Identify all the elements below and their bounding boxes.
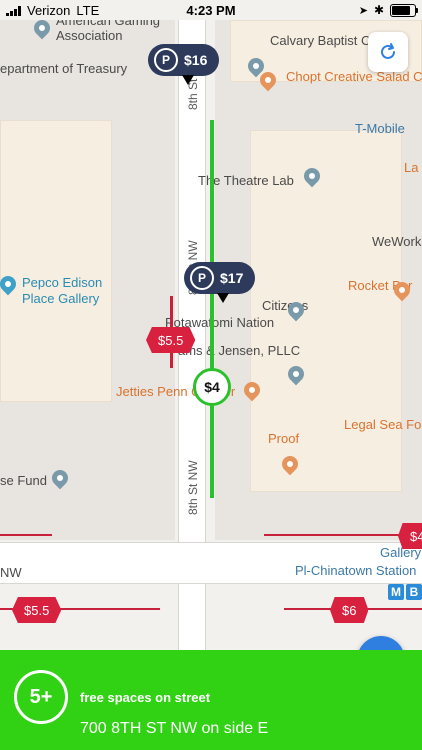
price-marker-bottom-left[interactable]: $5.5 xyxy=(12,597,62,623)
garage-marker-17[interactable]: P $17 xyxy=(184,262,256,294)
garage-pointer xyxy=(182,75,194,85)
garage-marker-16[interactable]: P $16 xyxy=(148,44,220,76)
poi-pepco: Pepco Edison xyxy=(22,275,103,290)
street-label-lower: 8th St NW xyxy=(186,460,200,515)
poi-pepco-2: Place Gallery xyxy=(22,291,100,306)
poi-proof: Proof xyxy=(268,431,300,446)
selected-price-marker[interactable]: $4 xyxy=(193,368,231,406)
free-spaces-count: 5+ xyxy=(14,670,68,724)
paid-parking-segment-sw[interactable] xyxy=(0,534,52,536)
poi-legal-sea: Legal Sea Foods xyxy=(344,417,422,432)
poi-wework: WeWork xyxy=(372,234,422,249)
garage-pointer xyxy=(217,293,229,303)
status-bar: Verizon LTE 4:23 PM ➤ ✱ xyxy=(0,0,422,20)
address-label: 700 8TH ST NW on side E xyxy=(80,720,269,737)
bus-icon: B xyxy=(406,584,422,600)
refresh-button[interactable] xyxy=(368,32,408,72)
poi-fund: se Fund xyxy=(0,473,47,488)
price-marker-east-edge[interactable]: $4 xyxy=(398,523,422,549)
poi-american-gaming: American Gaming xyxy=(56,20,161,28)
location-arrow-icon: ➤ xyxy=(358,4,368,17)
poi-chinatown: Pl-Chinatown Station xyxy=(295,563,417,578)
garage-price: $17 xyxy=(220,270,244,286)
bluetooth-icon: ✱ xyxy=(373,3,384,17)
building-west xyxy=(0,120,112,402)
metro-icon: M xyxy=(388,584,404,600)
parking-icon: P xyxy=(154,48,178,72)
battery-icon xyxy=(390,3,418,17)
metro-icons: M B xyxy=(388,584,422,600)
poi-nw: NW xyxy=(0,565,22,580)
poi-williams: ams & Jensen, PLLC xyxy=(178,343,301,358)
free-spaces-caption: free spaces on street xyxy=(80,690,211,705)
free-parking-segment[interactable] xyxy=(210,120,214,498)
price-marker-west[interactable]: $5.5 xyxy=(146,327,196,353)
poi-treasury: epartment of Treasury xyxy=(0,61,128,76)
garage-price: $16 xyxy=(184,52,208,68)
price-marker-bottom-right[interactable]: $6 xyxy=(330,597,369,623)
poi-la: La xyxy=(404,160,419,175)
refresh-icon xyxy=(381,43,395,59)
navigate-button[interactable] xyxy=(357,636,405,650)
parking-info-panel[interactable]: 5+ free spaces on street 700 8TH ST NW o… xyxy=(0,650,422,750)
poi-association: Association xyxy=(56,28,123,43)
map-view[interactable]: 8th St NW 8th St NW 8th St NW American G… xyxy=(0,20,422,650)
parking-icon: P xyxy=(190,266,214,290)
poi-tmobile: T-Mobile xyxy=(355,121,405,136)
